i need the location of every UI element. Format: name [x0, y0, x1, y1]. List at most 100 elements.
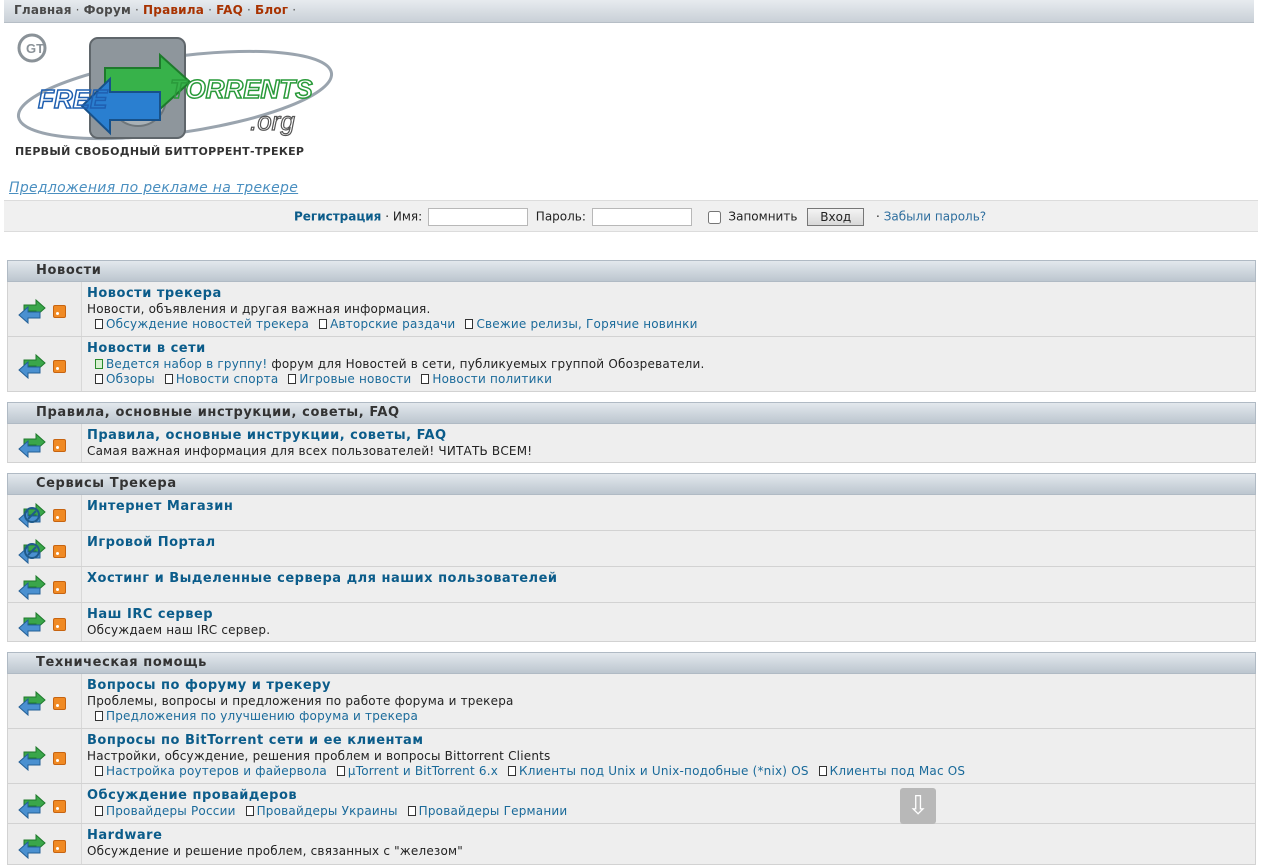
rss-icon[interactable]	[53, 840, 66, 853]
forum-row: Hardware Обсуждение и решение проблем, св…	[7, 824, 1256, 865]
subforum-link[interactable]: Клиенты под Unix и Unix-подобные (*nix) …	[519, 764, 809, 778]
forum-description: Обсуждение и решение проблем, связанных …	[87, 844, 464, 858]
logo-graphic: GT FREE TORRENTS .org	[16, 33, 334, 141]
rss-icon[interactable]	[53, 509, 66, 522]
document-icon	[95, 806, 103, 816]
remember-checkbox[interactable]	[707, 210, 721, 224]
forum-row: Игровой Портал	[7, 531, 1256, 567]
scroll-down-button[interactable]: ⇩	[900, 788, 936, 824]
document-icon	[95, 711, 103, 721]
external-link-forum-icon	[18, 538, 46, 565]
forum-title-link[interactable]: Новости трекера	[87, 286, 1255, 302]
subforum-link[interactable]: Предложения по улучшению форума и трекер…	[106, 709, 418, 723]
document-icon	[421, 374, 430, 384]
forum-title-link[interactable]: Правила, основные инструкции, советы, FA…	[87, 428, 1255, 444]
recruitment-notice-link[interactable]: Ведется набор в группу!	[106, 357, 267, 371]
rss-icon[interactable]	[53, 697, 66, 710]
forum-row: Интернет Магазин	[7, 495, 1256, 531]
rss-icon[interactable]	[53, 752, 66, 765]
login-bar: Регистрация · Имя: Пароль: Запомнить Вхо…	[4, 200, 1258, 232]
forum-content: Правила, основные инструкции, советы, FA…	[8, 424, 1255, 462]
document-icon	[288, 374, 297, 384]
subforum-link[interactable]: Новости политики	[432, 372, 552, 386]
rss-icon[interactable]	[53, 800, 66, 813]
forum-content: Хостинг и Выделенные сервера для наших п…	[8, 567, 1255, 590]
nav-link-4[interactable]: Блог	[255, 3, 288, 17]
subforum-link[interactable]: Обзоры	[106, 372, 155, 386]
rss-icon[interactable]	[53, 618, 66, 631]
forum-title-link[interactable]: Вопросы по форуму и трекеру	[87, 678, 1255, 694]
advertising-link[interactable]: Предложения по рекламе на трекере	[9, 180, 298, 196]
register-link[interactable]: Регистрация	[294, 210, 381, 224]
forgot-password-link[interactable]: Забыли пароль?	[884, 210, 986, 224]
nav-link-0[interactable]: Главная	[14, 3, 72, 17]
forum-row: Наш IRC сервер Обсуждаем наш IRC сервер.	[7, 603, 1256, 642]
category-header[interactable]: Новости	[7, 260, 1256, 282]
subforum-link[interactable]: Игровые новости	[299, 372, 411, 386]
nav-link-3[interactable]: FAQ	[216, 3, 243, 17]
document-icon	[465, 319, 474, 329]
forum-icon-cell	[8, 531, 82, 566]
forum-title-link[interactable]: Игровой Портал	[87, 535, 1255, 551]
forum-icon-cell	[8, 784, 82, 823]
subforum-list: Настройка роутеров и файервола µTorrent и…	[87, 764, 1255, 779]
forum-title-link[interactable]: Обсуждение провайдеров	[87, 788, 1255, 804]
forum-icon-cell	[8, 337, 82, 391]
category-header[interactable]: Техническая помощь	[7, 652, 1256, 674]
forum-title-link[interactable]: Новости в сети	[87, 341, 1255, 357]
subforum-link[interactable]: Авторские раздачи	[330, 317, 455, 331]
separator-dot: ·	[876, 209, 884, 224]
forum-row: Правила, основные инструкции, советы, FA…	[7, 424, 1256, 463]
username-input[interactable]	[427, 208, 528, 226]
forum-status-icon	[18, 833, 46, 860]
forum-title-link[interactable]: Вопросы по BitTorrent сети и ее клиентам	[87, 733, 1255, 749]
logo-slogan: ПЕРВЫЙ СВОБОДНЫЙ БИТТОРРЕНТ-ТРЕКЕР	[15, 145, 305, 158]
forum-title-link[interactable]: Хостинг и Выделенные сервера для наших п…	[87, 571, 1255, 587]
rss-icon[interactable]	[53, 360, 66, 373]
remember-label: Запомнить	[728, 209, 798, 224]
subforum-link[interactable]: Свежие релизы, Горячие новинки	[476, 317, 697, 331]
subforum-link[interactable]: Новости спорта	[176, 372, 279, 386]
category-header[interactable]: Сервисы Трекера	[7, 473, 1256, 495]
subforum-link[interactable]: Провайдеры Украины	[257, 804, 398, 818]
subforum-link[interactable]: µTorrent и BitTorrent 6.x	[348, 764, 498, 778]
forum-row: Обсуждение провайдеров Провайдеры России П…	[7, 784, 1256, 824]
subforum-list: Обсуждение новостей трекера Авторские раз…	[87, 317, 1255, 332]
forum-icon-cell	[8, 603, 82, 641]
nav-separator: ·	[292, 3, 297, 17]
rss-icon[interactable]	[53, 439, 66, 452]
forum-title-link[interactable]: Hardware	[87, 828, 1255, 844]
forum-title-link[interactable]: Наш IRC сервер	[87, 607, 1255, 623]
rss-icon[interactable]	[53, 545, 66, 558]
document-icon	[164, 374, 173, 384]
forum-icon-cell	[8, 495, 82, 530]
rss-icon[interactable]	[53, 305, 66, 318]
forum-status-icon	[18, 353, 46, 380]
forum-content: Новости в сети Ведется набор в группу! фо…	[8, 337, 1255, 390]
password-input[interactable]	[591, 208, 692, 226]
subforum-link[interactable]: Провайдеры России	[106, 804, 236, 818]
forum-notice-text: форум для Новостей в сети, публикуемых г…	[267, 357, 705, 371]
subforum-list: Предложения по улучшению форума и трекер…	[87, 709, 1255, 724]
nav-separator: ·	[208, 3, 213, 17]
subforum-link[interactable]: Провайдеры Германии	[419, 804, 568, 818]
forum-icon-cell	[8, 729, 82, 783]
logo-free-text: FREE	[38, 84, 108, 114]
document-icon	[245, 806, 254, 816]
external-link-forum-icon	[18, 502, 46, 529]
separator-dot: ·	[385, 209, 393, 224]
subforum-link[interactable]: Настройка роутеров и файервола	[106, 764, 327, 778]
category-header[interactable]: Правила, основные инструкции, советы, FA…	[7, 402, 1256, 424]
forum-title-link[interactable]: Интернет Магазин	[87, 499, 1255, 515]
document-icon	[95, 374, 103, 384]
login-button[interactable]: Вход	[807, 208, 865, 226]
subforum-link[interactable]: Обсуждение новостей трекера	[106, 317, 309, 331]
forum-content: Вопросы по форуму и трекеру Проблемы, воп…	[8, 674, 1255, 727]
nav-link-1[interactable]: Форум	[84, 3, 131, 17]
forum-status-icon	[18, 793, 46, 820]
nav-link-2[interactable]: Правила	[143, 3, 204, 17]
site-logo[interactable]: GT FREE TORRENTS .org ПЕРВЫЙ СВОБОДНЫЙ Б…	[10, 30, 340, 165]
subforum-link[interactable]: Клиенты под Mac OS	[830, 764, 966, 778]
rss-icon[interactable]	[53, 581, 66, 594]
forum-content: Интернет Магазин	[8, 495, 1255, 518]
